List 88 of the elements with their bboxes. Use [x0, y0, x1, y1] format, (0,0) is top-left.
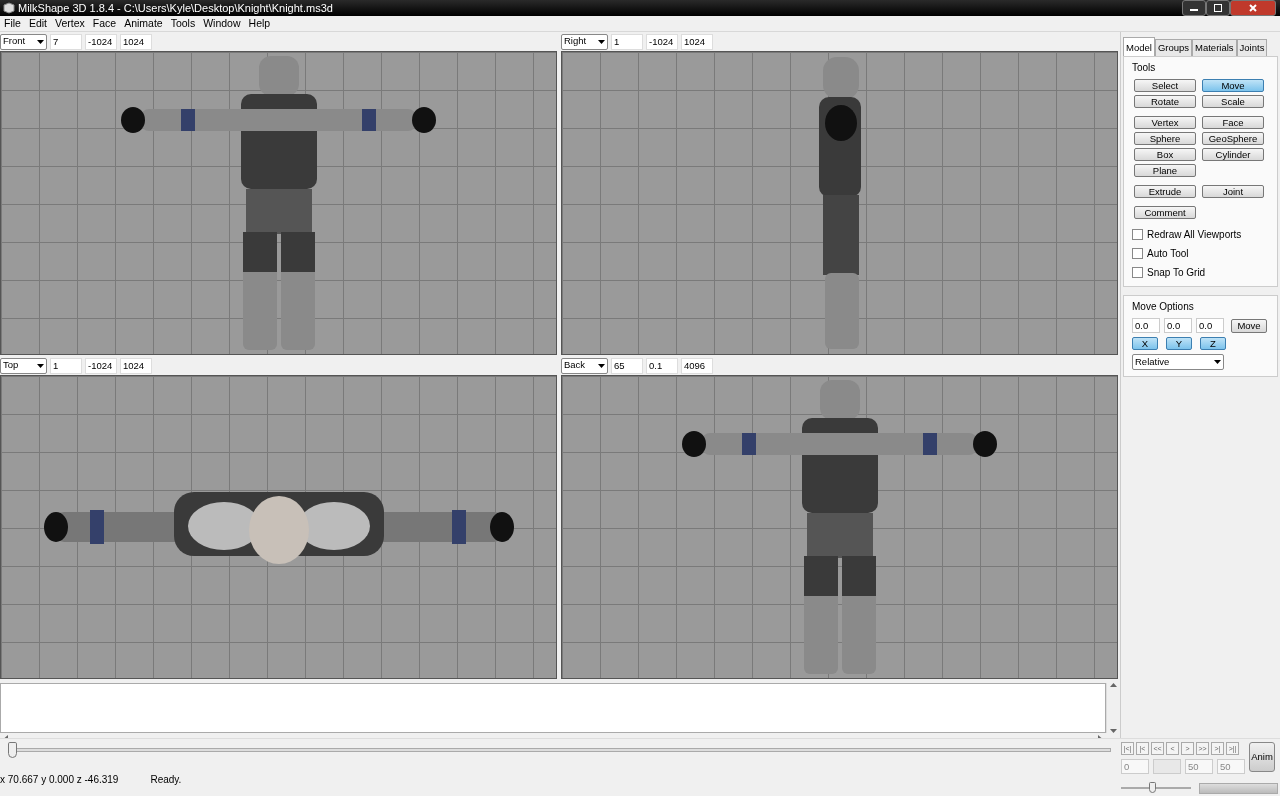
- menu-item[interactable]: Vertex: [51, 16, 89, 31]
- anim-button[interactable]: Anim: [1249, 742, 1275, 772]
- frame-field[interactable]: 50: [1217, 759, 1245, 774]
- tool-button[interactable]: Move: [1202, 79, 1264, 93]
- input-field[interactable]: -1024: [85, 33, 117, 50]
- menu-item[interactable]: Face: [88, 16, 121, 31]
- tool-button[interactable]: Sphere: [1134, 132, 1196, 146]
- axis-button[interactable]: X: [1132, 337, 1158, 351]
- mode-dropdown[interactable]: Relative: [1132, 354, 1224, 371]
- input-field[interactable]: 0.1: [646, 357, 678, 374]
- frame-field[interactable]: 50: [1185, 759, 1213, 774]
- scroll-up-icon[interactable]: [1110, 683, 1117, 687]
- input-field[interactable]: 1: [611, 33, 643, 50]
- tool-button[interactable]: Scale: [1202, 95, 1264, 109]
- view-dropdown[interactable]: Top: [0, 357, 47, 374]
- menu-item[interactable]: Animate: [120, 16, 167, 31]
- axis-button[interactable]: Y: [1166, 337, 1192, 351]
- caret-icon: [1214, 360, 1221, 365]
- tool-button[interactable]: Extrude: [1134, 185, 1196, 199]
- tool-button[interactable]: Rotate: [1134, 95, 1196, 109]
- move-button[interactable]: Move: [1231, 318, 1267, 333]
- axis-button[interactable]: Z: [1200, 337, 1226, 351]
- checkbox[interactable]: [1132, 248, 1143, 260]
- input-field[interactable]: 1024: [681, 33, 713, 50]
- view-dropdown[interactable]: Back: [561, 357, 608, 374]
- tab[interactable]: Materials: [1192, 39, 1237, 57]
- menu-item[interactable]: Tools: [166, 16, 200, 31]
- tool-button[interactable]: Vertex: [1134, 116, 1196, 130]
- section-title: Move Options: [1132, 300, 1195, 315]
- view-dropdown[interactable]: Right: [561, 33, 608, 50]
- viewport[interactable]: [0, 51, 557, 355]
- tool-button[interactable]: Box: [1134, 148, 1196, 162]
- input-field[interactable]: 1024: [120, 33, 152, 50]
- app-icon: [3, 2, 15, 14]
- input-field[interactable]: -1024: [85, 357, 117, 374]
- status-coordinates: x 70.667 y 0.000 z -46.319: [0, 773, 119, 787]
- status-message: Ready.: [150, 773, 182, 787]
- tool-button[interactable]: GeoSphere: [1202, 132, 1264, 146]
- input-field[interactable]: 0.0: [1132, 318, 1160, 334]
- slider-thumb[interactable]: [8, 742, 17, 758]
- tool-button[interactable]: Select: [1134, 79, 1196, 93]
- caret-icon: [598, 39, 605, 44]
- menu-item[interactable]: Help: [244, 16, 275, 31]
- input-field[interactable]: 4096: [681, 357, 713, 374]
- tool-button[interactable]: Comment: [1134, 206, 1196, 220]
- viewport[interactable]: [561, 375, 1118, 679]
- menu-item[interactable]: Window: [199, 16, 245, 31]
- input-field[interactable]: 7: [50, 33, 82, 50]
- vertical-scrollbar[interactable]: [1106, 683, 1120, 733]
- scroll-down-icon[interactable]: [1110, 729, 1117, 733]
- tool-button[interactable]: Face: [1202, 116, 1264, 130]
- view-dropdown[interactable]: Front: [0, 33, 47, 50]
- speed-slider[interactable]: [1121, 782, 1191, 794]
- input-field[interactable]: 1024: [120, 357, 152, 374]
- checkbox[interactable]: [1132, 267, 1143, 279]
- tool-button[interactable]: Cylinder: [1202, 148, 1264, 162]
- tool-button[interactable]: Plane: [1134, 164, 1196, 178]
- caret-icon: [37, 39, 44, 44]
- slider-thumb[interactable]: [1149, 782, 1157, 793]
- frame-field[interactable]: [1153, 759, 1181, 774]
- viewport[interactable]: [561, 51, 1118, 355]
- input-field[interactable]: -1024: [646, 33, 678, 50]
- checkbox-label: Auto Tool: [1147, 247, 1189, 262]
- caret-icon: [37, 363, 44, 368]
- viewport[interactable]: [0, 375, 557, 679]
- close-button[interactable]: [1230, 0, 1276, 16]
- menu-item[interactable]: Edit: [24, 16, 51, 31]
- tool-button[interactable]: Joint: [1202, 185, 1264, 199]
- tab[interactable]: Joints: [1236, 39, 1268, 57]
- tab[interactable]: Groups: [1154, 39, 1193, 57]
- maximize-icon: [1214, 4, 1222, 12]
- checkbox-label: Redraw All Viewports: [1147, 228, 1242, 243]
- input-field[interactable]: 65: [611, 357, 643, 374]
- maximize-button[interactable]: [1206, 0, 1230, 16]
- checkbox[interactable]: [1132, 229, 1143, 241]
- input-field[interactable]: 0.0: [1196, 318, 1224, 334]
- menu-item[interactable]: File: [0, 16, 25, 31]
- window-title: MilkShape 3D 1.8.4 - C:\Users\Kyle\Desktop\Knight\Knight.ms3d: [18, 1, 334, 16]
- close-icon: [1249, 4, 1257, 12]
- section-title: Tools: [1132, 61, 1157, 76]
- timeline-slider[interactable]: [8, 742, 1111, 758]
- checkbox-label: Snap To Grid: [1147, 266, 1206, 281]
- caret-icon: [598, 363, 605, 368]
- frame-field[interactable]: 0: [1121, 759, 1149, 774]
- input-field[interactable]: 1: [50, 357, 82, 374]
- input-field[interactable]: 0.0: [1164, 318, 1192, 334]
- tab[interactable]: Model: [1123, 37, 1155, 57]
- minimize-button[interactable]: [1182, 0, 1206, 16]
